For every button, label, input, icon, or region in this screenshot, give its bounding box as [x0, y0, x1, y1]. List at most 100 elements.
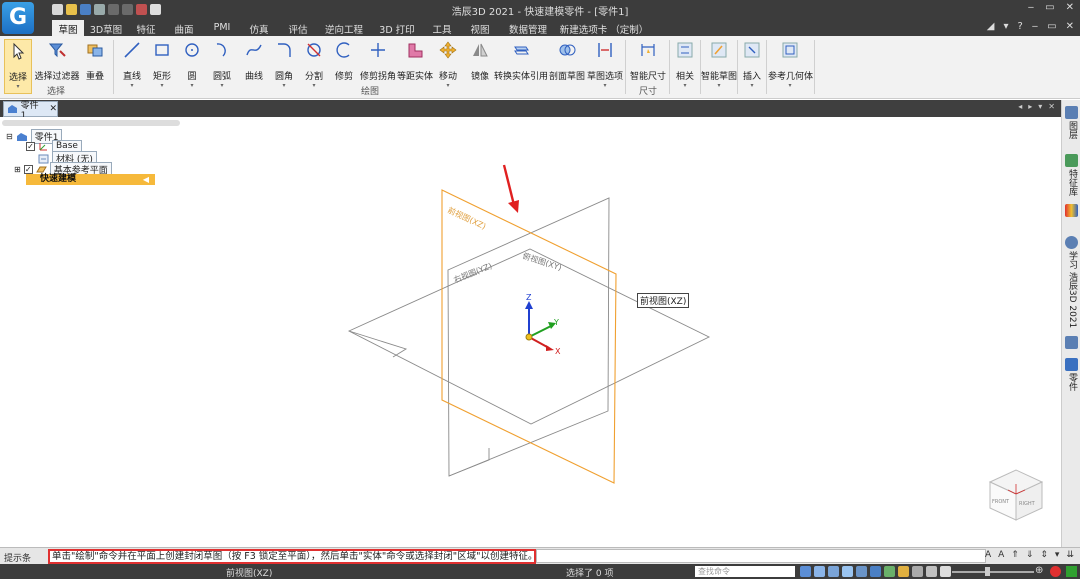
- view-orientation-icon[interactable]: [870, 566, 881, 577]
- viewport-3d[interactable]: 前视图(XZ) 右视图(YZ) 俯视图(XY) Z Y X FRONT RIGH…: [133, 117, 1061, 547]
- section-view-icon[interactable]: [898, 566, 909, 577]
- tab-reverse-engineering[interactable]: 逆向工程: [318, 20, 370, 36]
- tab-evaluate[interactable]: 评估: [278, 20, 318, 36]
- sketch-view-icon[interactable]: [926, 566, 937, 577]
- visibility-checkbox[interactable]: ✓: [23, 165, 33, 174]
- font-decrease-icon[interactable]: A: [998, 550, 1004, 560]
- maximize-icon[interactable]: ▭: [1045, 2, 1054, 13]
- chevron-down-icon: ▾: [683, 82, 687, 89]
- right-plane-label: 右视图(YZ): [452, 260, 493, 284]
- tab-sketch[interactable]: 草图: [52, 20, 84, 36]
- ribbon-dropdown-icon[interactable]: ▾: [1003, 21, 1008, 32]
- origin-point[interactable]: [525, 333, 533, 341]
- group-label-dimension: 尺寸: [638, 87, 657, 97]
- tab-3d-print[interactable]: 3D 打印: [370, 20, 424, 36]
- zoom-slider-thumb[interactable]: [985, 567, 990, 576]
- tree-scrollbar[interactable]: [2, 120, 180, 126]
- prompt-bar: 提示条 单击"绘制"命令并在平面上创建封闭草图（按 F3 锁定至平面），然后单击…: [0, 547, 1080, 564]
- scroll-down-icon[interactable]: ⇓: [1026, 550, 1034, 560]
- expand-icon[interactable]: ⊞: [14, 165, 21, 174]
- learn-button[interactable]: 学习 浩辰3D 2021: [1063, 236, 1080, 332]
- tab-3d-sketch[interactable]: 3D草图: [84, 20, 128, 36]
- display-icon[interactable]: [912, 566, 923, 577]
- doc-minimize-icon[interactable]: ‒: [1032, 21, 1038, 32]
- axis-z-arrow: [525, 301, 533, 309]
- insert-button[interactable]: 插入 ▾: [742, 39, 762, 94]
- minimize-icon[interactable]: ‒: [1028, 2, 1034, 13]
- record-icon[interactable]: [1050, 566, 1061, 577]
- help-circle-icon: [1065, 236, 1078, 249]
- dropdown-icon[interactable]: ▾: [1055, 550, 1060, 560]
- zoom-in-icon[interactable]: ⊕: [1035, 565, 1043, 576]
- scroll-right-icon[interactable]: ▸: [1028, 102, 1032, 111]
- view-cube[interactable]: FRONT RIGHT: [988, 469, 1044, 521]
- parts-panel-button[interactable]: [1063, 336, 1080, 351]
- trim-corner-icon: [371, 43, 385, 57]
- smart-sketch-button[interactable]: 智能草图 ▾: [701, 39, 737, 94]
- current-view-text: 前视图(XZ): [226, 569, 273, 579]
- group-label-select: 选择: [46, 87, 65, 97]
- tab-view[interactable]: 视图: [460, 20, 500, 36]
- visibility-checkbox[interactable]: ✓: [26, 141, 35, 151]
- doc-close-icon[interactable]: ✕: [1066, 21, 1074, 32]
- document-tab[interactable]: 零件1 ✕: [3, 101, 58, 121]
- relations-icon: [677, 42, 693, 58]
- close-icon[interactable]: ✕: [1066, 2, 1074, 13]
- annotation-arrowhead: [508, 200, 519, 213]
- axis-x-arrow: [546, 345, 554, 351]
- scene-svg: 前视图(XZ) 右视图(YZ) 俯视图(XY) Z Y X FRONT RIGH…: [133, 164, 1044, 545]
- expand-icon[interactable]: ⇕: [1040, 550, 1048, 560]
- ribbon-separator: [669, 40, 670, 94]
- collapse-arrow-icon[interactable]: ◀: [143, 174, 149, 185]
- scroll-left-icon[interactable]: ◂: [1018, 102, 1022, 111]
- quick-model-node[interactable]: 快速建模 ◀: [26, 174, 155, 185]
- fit-icon[interactable]: [842, 566, 853, 577]
- rotate-icon[interactable]: [800, 566, 811, 577]
- ribbon-separator: [625, 40, 626, 94]
- upload-icon[interactable]: [1066, 566, 1077, 577]
- ribbon-style-icon[interactable]: ◢: [987, 21, 995, 32]
- tab-surface[interactable]: 曲面: [164, 20, 204, 36]
- zoom-slider[interactable]: [952, 571, 1034, 573]
- expand-icon[interactable]: ⊟: [6, 132, 13, 141]
- close-all-icon[interactable]: ✕: [1048, 102, 1055, 111]
- help-icon[interactable]: ?: [1017, 21, 1022, 32]
- trim-icon: [336, 42, 350, 58]
- tab-custom[interactable]: 新建选项卡 （定制）: [556, 20, 652, 36]
- prompt-input[interactable]: [536, 549, 986, 563]
- offset-icon: [408, 43, 423, 58]
- mirror-icon: [473, 43, 488, 57]
- shading-icon[interactable]: [884, 566, 895, 577]
- feature-library-button[interactable]: 特征库: [1063, 154, 1080, 200]
- arc-icon: [216, 43, 226, 57]
- font-increase-icon[interactable]: A: [985, 550, 991, 560]
- tab-tools[interactable]: 工具: [424, 20, 460, 36]
- tab-list-icon[interactable]: ▾: [1038, 102, 1042, 111]
- parts-library-button[interactable]: 零件: [1063, 358, 1080, 395]
- tab-features[interactable]: 特征: [128, 20, 164, 36]
- fillet-icon: [278, 43, 291, 57]
- axis-y-line: [528, 325, 552, 338]
- close-icon[interactable]: ✕: [49, 104, 57, 114]
- reference-geometry-button[interactable]: 参考几何体 ▾: [768, 39, 813, 94]
- command-search-input[interactable]: 查找命令: [695, 566, 795, 577]
- prompt-label: 提示条: [4, 554, 32, 564]
- tab-simulation[interactable]: 仿真: [240, 20, 278, 36]
- tab-data-management[interactable]: 数据管理: [500, 20, 556, 36]
- pan-icon[interactable]: [856, 566, 867, 577]
- pin-icon[interactable]: ⇊: [1066, 550, 1074, 560]
- zoom-icon[interactable]: [828, 566, 839, 577]
- layers-panel-button[interactable]: 图层: [1063, 106, 1080, 143]
- coordinate-system-icon: [39, 143, 47, 151]
- color-palette-button[interactable]: [1063, 204, 1080, 219]
- annotation-arrow: [502, 164, 516, 206]
- doc-restore-icon[interactable]: ▭: [1047, 21, 1056, 32]
- scroll-up-icon[interactable]: ⇑: [1011, 550, 1019, 560]
- ribbon-separator: [766, 40, 767, 94]
- tab-pmi[interactable]: PMI: [204, 20, 240, 36]
- zoom-window-icon[interactable]: [814, 566, 825, 577]
- relations-button[interactable]: 相关 ▾: [675, 39, 695, 94]
- overlap-icon: [87, 44, 103, 57]
- line-icon: [124, 42, 140, 58]
- zoom-out-icon[interactable]: ⊖: [940, 565, 948, 576]
